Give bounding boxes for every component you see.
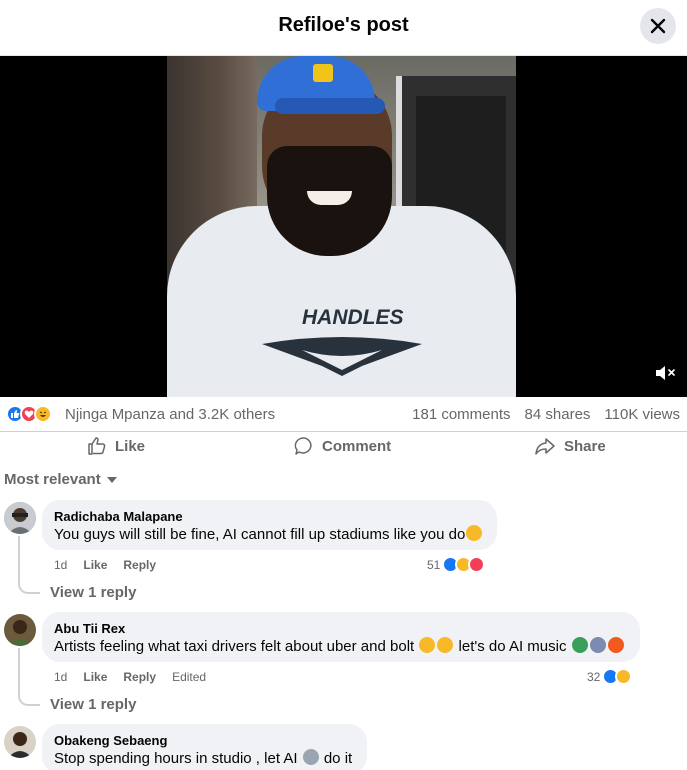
post-actions-bar: Like Comment Share (0, 431, 687, 461)
avatar[interactable] (4, 502, 36, 534)
like-icon (88, 437, 106, 455)
view-replies-link[interactable]: View 1 reply (50, 584, 136, 601)
like-button-label: Like (115, 437, 146, 455)
comment-icon (294, 437, 312, 455)
reply-thread-line (18, 536, 20, 584)
fire-emoji-icon (607, 637, 624, 653)
comment-sort-dropdown[interactable]: Most relevant (4, 471, 117, 488)
share-icon (535, 438, 555, 455)
comment-reply-button[interactable]: Reply (123, 670, 156, 684)
share-button[interactable]: Share (534, 436, 606, 456)
comment-reactions-count: 32 (587, 669, 601, 684)
person-smile (307, 191, 352, 205)
reaction-icons[interactable] (6, 405, 52, 423)
reactors-names[interactable]: Njinga Mpanza and 3.2K others (65, 406, 275, 423)
comment-meta: 1d Like Reply Edited (54, 670, 206, 684)
post-stats: 181 comments 84 shares 110K views (412, 406, 680, 423)
comment-author[interactable]: Obakeng Sebaeng (54, 733, 355, 749)
comment-author[interactable]: Abu Tii Rex (54, 621, 628, 637)
globe-emoji-icon (571, 637, 588, 653)
comments-count[interactable]: 181 comments (412, 406, 510, 423)
video-frame: HANDLES (167, 56, 516, 397)
view-replies-link[interactable]: View 1 reply (50, 696, 136, 713)
share-button-label: Share (564, 437, 606, 455)
comment-bubble: Radichaba Malapane You guys will still b… (42, 500, 497, 550)
caret-down-icon (106, 476, 117, 483)
person-cap-brim (275, 98, 385, 114)
comment-button-label: Comment (322, 437, 392, 455)
like-button[interactable]: Like (87, 436, 145, 456)
reply-thread-curve (18, 692, 40, 706)
comment-meta: 1d Like Reply (54, 558, 156, 572)
comment-reactions[interactable]: 51 (427, 556, 486, 573)
comment-reactions-count: 51 (427, 557, 441, 572)
comment-bubble: Abu Tii Rex Artists feeling what taxi dr… (42, 612, 640, 662)
video-player[interactable]: HANDLES (0, 56, 687, 397)
comment-bubble: Obakeng Sebaeng Stop spending hours in s… (42, 724, 367, 770)
comment-time[interactable]: 1d (54, 558, 67, 572)
comment-reply-button[interactable]: Reply (123, 558, 156, 572)
views-count: 110K views (604, 406, 680, 423)
reply-thread-curve (18, 580, 40, 594)
shirt-text: HANDLES (302, 306, 404, 329)
comment-text: Stop spending hours in studio , let AI d… (54, 749, 353, 767)
laughing-emoji-icon (419, 637, 436, 653)
avatar[interactable] (4, 614, 36, 646)
grin-emoji-icon (466, 525, 483, 541)
reply-thread-line (18, 648, 20, 696)
comment-reactions[interactable]: 32 (587, 668, 633, 685)
comment-edited-label: Edited (172, 670, 207, 684)
comment-author[interactable]: Radichaba Malapane (54, 509, 485, 525)
comment-like-button[interactable]: Like (83, 558, 107, 572)
haha-reaction-icon (34, 405, 52, 423)
comment-like-button[interactable]: Like (83, 670, 107, 684)
reactions-summary: Njinga Mpanza and 3.2K others 181 commen… (0, 397, 687, 431)
comment-time[interactable]: 1d (54, 670, 67, 684)
avatar[interactable] (4, 726, 36, 758)
comment-sort-label: Most relevant (4, 471, 101, 488)
music-notes-emoji-icon (589, 637, 606, 653)
cap-logo (313, 64, 333, 82)
close-icon (650, 18, 666, 34)
laughing-emoji-icon (437, 637, 454, 653)
dialog-header: Refiloe's post (0, 0, 687, 56)
close-button[interactable] (640, 8, 676, 44)
comment-button[interactable]: Comment (294, 436, 391, 456)
shares-count[interactable]: 84 shares (525, 406, 591, 423)
haha-reaction-icon (615, 668, 633, 685)
love-reaction-icon (468, 556, 486, 573)
comment-text: Artists feeling what taxi drivers felt a… (54, 637, 628, 657)
mute-icon[interactable] (653, 361, 677, 385)
comment-text: You guys will still be fine, AI cannot f… (54, 525, 485, 545)
dialog-title: Refiloe's post (278, 14, 409, 36)
shirt-logo-icon (262, 337, 422, 376)
robot-emoji-icon (302, 749, 319, 765)
